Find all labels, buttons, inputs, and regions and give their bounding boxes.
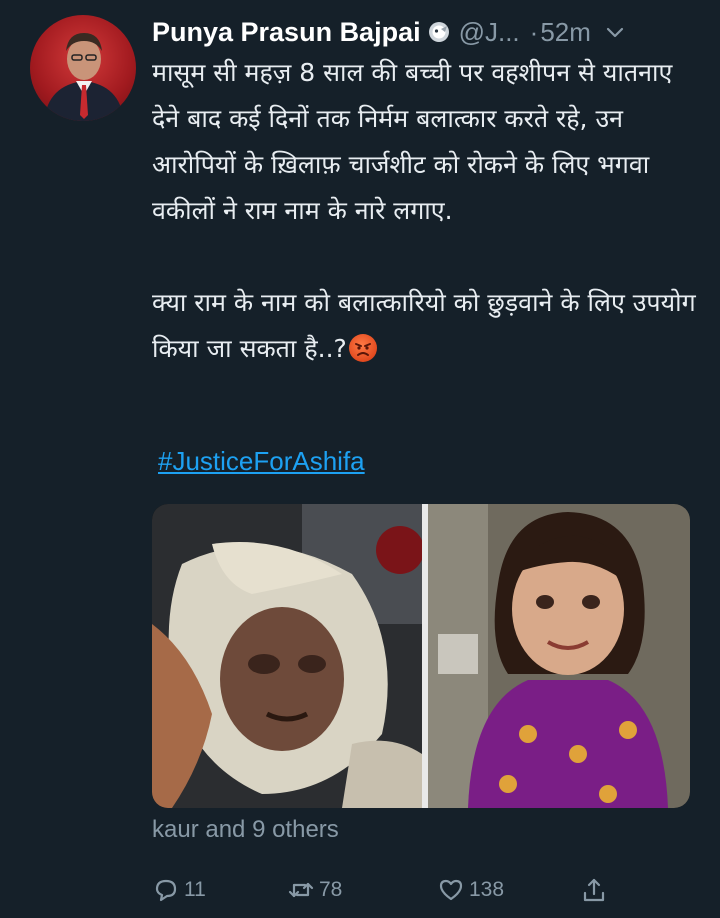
- chevron-down-icon[interactable]: [605, 22, 625, 42]
- author-name[interactable]: Punya Prasun Bajpai: [152, 17, 421, 48]
- like-icon: [439, 879, 463, 901]
- tweet-actions: 11 78 138: [152, 870, 612, 910]
- timestamp[interactable]: 52m: [540, 17, 591, 48]
- tweet-paragraph: क्या राम के नाम को बलात्कारियो को छुड़वा…: [152, 288, 696, 363]
- tweet-paragraph-with-emoji: क्या राम के नाम को बलात्कारियो को छुड़वा…: [152, 280, 700, 372]
- author-handle[interactable]: @J...: [459, 17, 520, 48]
- hashtag-link[interactable]: #JusticeForAshifa: [158, 446, 365, 477]
- angry-face-icon: [348, 334, 377, 362]
- tweet-text: मासूम सी महज़ 8 साल की बच्ची पर वहशीपन स…: [152, 50, 700, 372]
- share-button[interactable]: [580, 870, 612, 910]
- retweet-count: 78: [319, 878, 343, 901]
- tweet-paragraph: मासूम सी महज़ 8 साल की बच्ची पर वहशीपन स…: [152, 58, 673, 225]
- reply-count: 11: [184, 878, 206, 901]
- time-separator: ·: [529, 16, 539, 47]
- tweet-media[interactable]: [152, 504, 690, 808]
- photo-child-smiling[interactable]: [428, 504, 690, 808]
- reply-icon: [155, 879, 177, 902]
- reply-button[interactable]: 11: [152, 870, 206, 910]
- retweet-icon: [288, 882, 314, 898]
- avatar[interactable]: [30, 15, 136, 121]
- like-button[interactable]: 138: [437, 870, 504, 910]
- tweet-header: Punya Prasun Bajpai @J... · 52m: [152, 12, 700, 52]
- retweet-button[interactable]: 78: [287, 870, 342, 910]
- share-icon: [583, 878, 605, 902]
- tweet[interactable]: Punya Prasun Bajpai @J... · 52m मासूम सी…: [0, 0, 720, 918]
- verified-icon: [428, 22, 449, 42]
- liked-by-text[interactable]: kaur and 9 others: [152, 816, 339, 844]
- like-count: 138: [469, 878, 505, 901]
- photo-injured-child[interactable]: [152, 504, 422, 808]
